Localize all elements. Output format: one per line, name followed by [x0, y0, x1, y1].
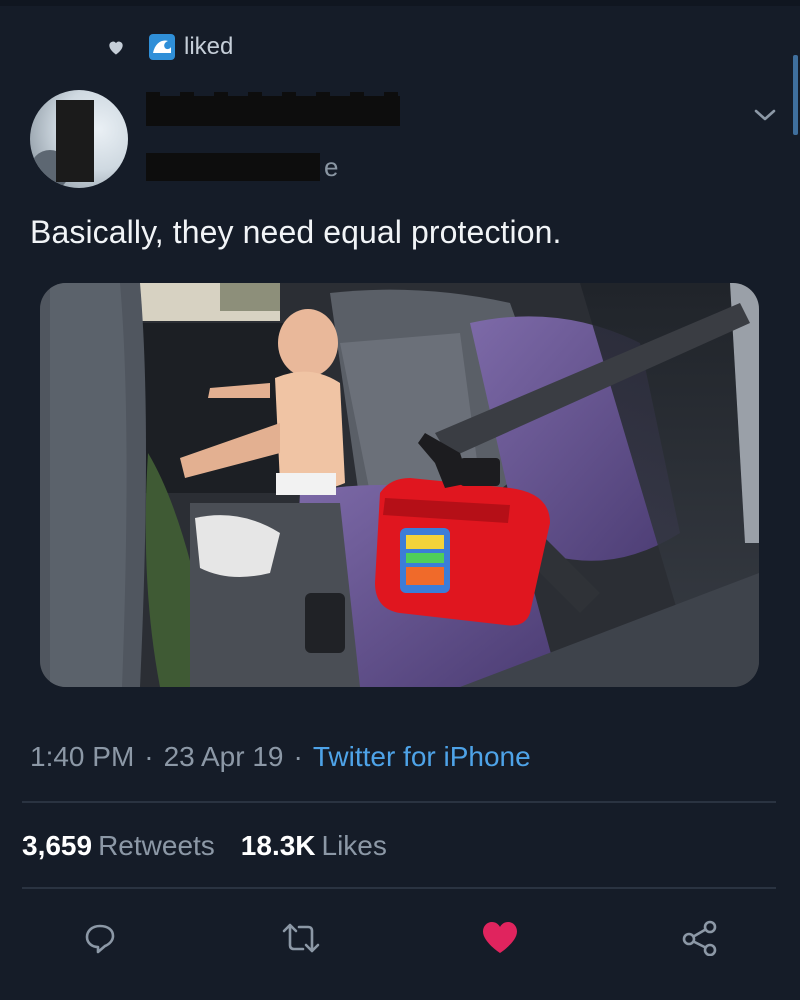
retweets-label: Retweets [98, 830, 215, 861]
tweet-meta: 1:40 PM · 23 Apr 19 · Twitter for iPhone [30, 741, 531, 773]
tweet-date[interactable]: 23 Apr 19 [164, 741, 284, 772]
tweet-text: Basically, they need equal protection. [30, 214, 562, 250]
car-seat-photo-illustration [40, 283, 759, 687]
likes-label: Likes [321, 830, 387, 861]
handle-redaction [146, 153, 320, 181]
tweet-time: 1:40 PM [30, 741, 135, 772]
heart-small-icon [109, 41, 123, 55]
meta-separator: · [144, 741, 154, 772]
share-icon [682, 920, 717, 956]
tweet-source-link[interactable]: Twitter for iPhone [313, 741, 531, 772]
likes-stat[interactable]: 18.3K Likes [241, 830, 413, 861]
avatar[interactable] [30, 90, 128, 188]
heart-icon [483, 922, 517, 953]
divider [22, 801, 776, 803]
scrollbar-thumb[interactable] [793, 55, 798, 135]
activity-label: liked [184, 33, 234, 60]
handle[interactable]: e [146, 150, 338, 184]
meta-separator: · [293, 741, 303, 772]
retweet-arrows-icon [282, 923, 320, 953]
retweet-button[interactable] [281, 918, 321, 958]
top-border [0, 0, 800, 6]
activity-context: liked [106, 30, 233, 64]
display-name-redacted[interactable] [146, 96, 400, 126]
like-button[interactable] [480, 918, 520, 958]
divider [22, 887, 776, 889]
handle-tail: e [324, 151, 339, 182]
likes-count: 18.3K [240, 830, 316, 861]
avatar-redaction [56, 100, 94, 182]
retweets-count: 3,659 [22, 830, 93, 861]
wave-icon [149, 34, 175, 60]
tweet-action-bar [0, 910, 800, 964]
chevron-down-icon[interactable] [752, 106, 778, 124]
reply-button[interactable] [80, 918, 120, 958]
reply-bubble-icon [85, 924, 115, 954]
share-button[interactable] [680, 918, 720, 958]
retweets-stat[interactable]: 3,659 Retweets [22, 830, 241, 861]
tweet-photo[interactable] [40, 283, 759, 687]
tweet-stats: 3,659 Retweets 18.3K Likes [22, 830, 413, 862]
